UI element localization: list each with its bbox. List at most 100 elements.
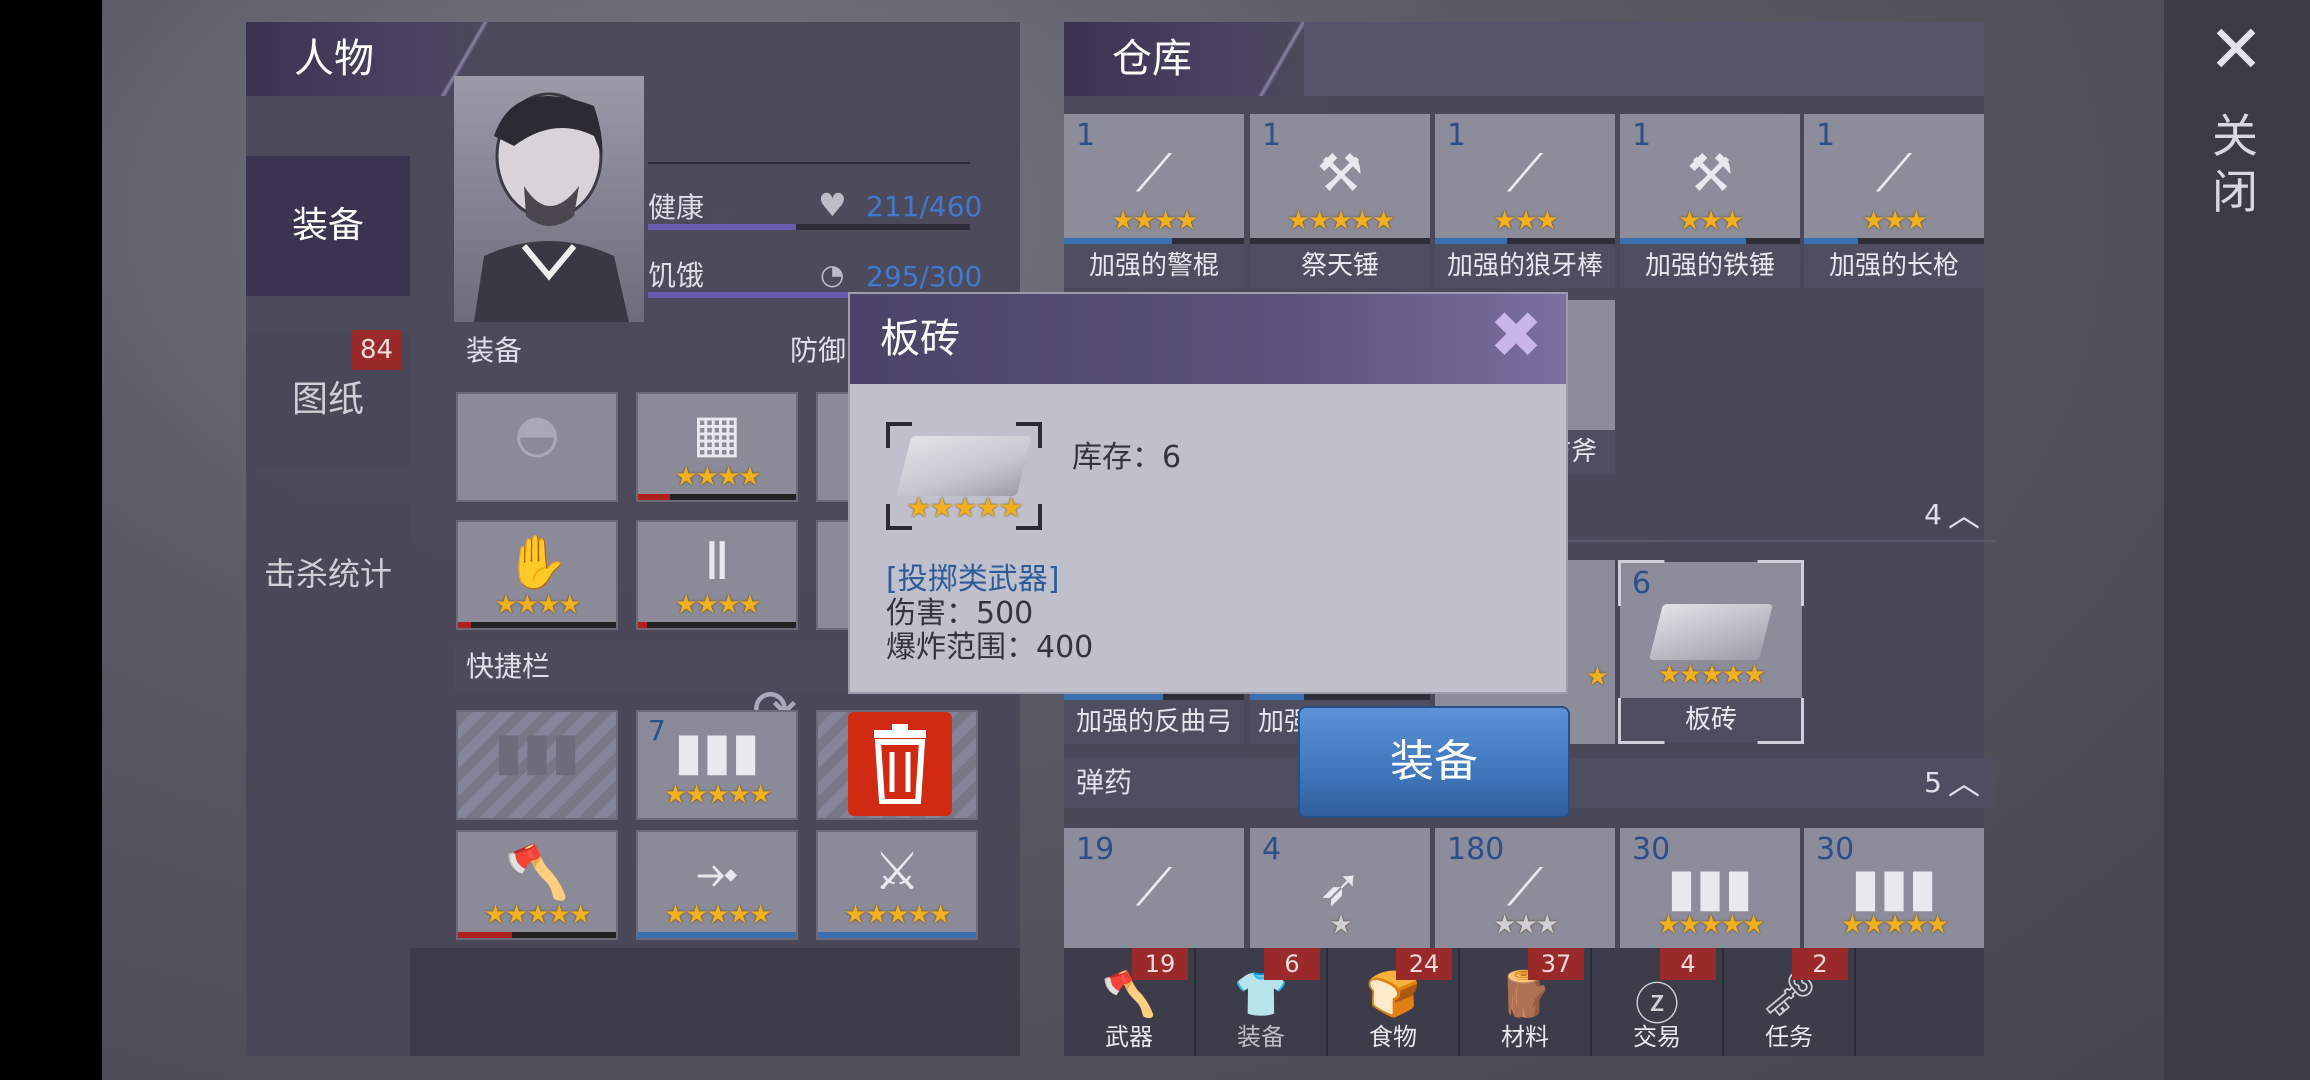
quick-slot-5-durability-fill [638, 932, 796, 938]
ammo-item-5-stars: ★★★★★ [1840, 910, 1950, 940]
nav-kill-stats[interactable]: 击杀统计 [246, 504, 410, 644]
close-icon[interactable]: ✕ [2206, 17, 2266, 83]
frame-corner-tl [886, 422, 912, 448]
health-value: 211/460 [866, 190, 983, 223]
quick-slot-6-durability-fill [818, 932, 976, 938]
bullets-icon: ▮▮▮ [1667, 858, 1753, 918]
weapon-item-5[interactable]: 1 ⟋ ★★★ 加强的长枪 [1804, 114, 1984, 288]
pants-stars: ★★★★ [674, 590, 761, 620]
quick-slot-6[interactable]: ⚔ ★★★★★ [816, 830, 978, 940]
quick-slot-5-stars: ★★★★★ [663, 900, 773, 930]
brick-selection-frame [1618, 560, 1804, 744]
trash-icon [874, 724, 926, 805]
ammo-item-3[interactable]: 180 ⟋ ★★★ [1435, 828, 1615, 948]
quick-slot-4[interactable]: 🪓 ★★★★★ [456, 830, 618, 940]
heart-icon: ♥ [818, 186, 847, 224]
quick-slot-5[interactable]: ⤞ ★★★★★ [636, 830, 798, 940]
equip-slot-pants[interactable]: Ⅱ ★★★★ [636, 520, 798, 630]
trash-button[interactable] [848, 712, 952, 816]
ammo-count: 5 [1924, 766, 1942, 799]
weapon-item-5-name: 加强的长枪 [1804, 244, 1984, 288]
quick-slot-2[interactable]: 7 ▮▮▮ ★★★★★ [636, 710, 798, 820]
quick-slot-6-durability [818, 932, 976, 938]
dialog-title: 板砖 [880, 316, 960, 362]
hammer-icon: ⚒ [1316, 144, 1364, 204]
equip-section-label: 装备 [466, 334, 523, 367]
hunger-value: 295/300 [866, 260, 983, 293]
bullets-icon: ▮▮▮ [1851, 858, 1937, 918]
nav-equip[interactable]: 装备 [246, 156, 410, 296]
ranged-collapse-icon[interactable]: ︿ [1948, 490, 1980, 540]
pants-icon: Ⅱ [704, 532, 730, 592]
character-portrait [454, 76, 644, 322]
character-header-title: 人物 [294, 36, 374, 82]
character-bottom-bar [410, 948, 1020, 1056]
tab-quests[interactable]: 🗝 任务 2 [1724, 948, 1856, 1056]
weapon-item-2-stars: ★★★★★ [1286, 206, 1396, 236]
item-detail-dialog: 板砖 ✖ ★★★★★ 库存：6 [投掷类武器] 伤害：500 爆炸范围：400 [848, 292, 1568, 694]
ammo-item-3-stars: ★★★ [1493, 910, 1559, 940]
brick-item[interactable]: 6 ★★★★★ 板砖 [1618, 560, 1804, 744]
nav-blueprints-label: 图纸 [291, 379, 364, 420]
warehouse-header-title: 仓库 [1112, 36, 1192, 82]
quick-slot-4-stars: ★★★★★ [483, 900, 593, 930]
pants-durability [638, 622, 796, 628]
health-bar [648, 224, 970, 230]
defense-label: 防御 [790, 334, 847, 367]
quick-slot-3[interactable] [816, 710, 978, 820]
ammo-item-5[interactable]: 30 ▮▮▮ ★★★★★ [1804, 828, 1984, 948]
tab-trade[interactable]: ⓩ 交易 4 [1592, 948, 1724, 1056]
armor-stars: ★★★★ [674, 462, 761, 492]
category-tabs: 🪓 武器 19 👕 装备 6 🍞 食物 24 🪵 材料 37 ⓩ 交易 4 🗝 … [1064, 948, 1984, 1056]
equip-slot-helmet[interactable]: ◓ [456, 392, 618, 502]
quickbar-label: 快捷栏 [466, 650, 551, 683]
helmet-icon: ◓ [514, 404, 560, 464]
ranged-count: 4 [1924, 498, 1942, 531]
tab-food-label: 食物 [1369, 1023, 1417, 1051]
character-header: 人物 [246, 22, 496, 96]
weapon-item-2[interactable]: 1 ⚒ ★★★★★ 祭天锤 [1250, 114, 1430, 288]
tab-food-badge: 24 [1396, 948, 1452, 980]
ammo-collapse-icon[interactable]: ︿ [1948, 758, 1980, 808]
iron-hammer-icon: ⚒ [1686, 144, 1734, 204]
equip-slot-armor[interactable]: ▦ ★★★★ [636, 392, 798, 502]
weapon-item-5-stars: ★★★ [1862, 206, 1928, 236]
tab-trade-badge: 4 [1660, 948, 1716, 980]
quick-slot-4-durability-fill [458, 932, 512, 938]
ammo-item-1[interactable]: 19 ⟋ [1064, 828, 1244, 948]
pants-durability-fill [638, 622, 648, 628]
weapon-item-3-stars: ★★★ [1493, 206, 1559, 236]
tab-equipment-label: 装备 [1237, 1023, 1285, 1051]
tab-equipment-badge: 6 [1264, 948, 1320, 980]
armor-durability-fill [638, 494, 670, 500]
health-bar-fill [648, 224, 797, 230]
ranged-item-1-name: 加强的反曲弓 [1064, 700, 1244, 744]
gloves-stars: ★★★★ [494, 590, 581, 620]
quick-slot-1[interactable]: ▮▮▮ [456, 710, 618, 820]
tab-trade-label: 交易 [1633, 1023, 1681, 1051]
nav-kill-stats-label: 击杀统计 [263, 555, 392, 593]
ammo-item-4[interactable]: 30 ▮▮▮ ★★★★★ [1620, 828, 1800, 948]
dialog-close-button[interactable]: ✖ [1484, 304, 1548, 368]
tab-weapons[interactable]: 🪓 武器 19 [1064, 948, 1196, 1056]
weapon-item-2-name: 祭天锤 [1250, 244, 1430, 288]
dialog-header: 板砖 [850, 294, 1566, 384]
weapon-item-1[interactable]: 1 ⟋ ★★★★ 加强的警棍 [1064, 114, 1244, 288]
stats-divider [648, 162, 970, 164]
weapon-item-1-stars: ★★★★ [1111, 206, 1198, 236]
stomach-icon: ◔ [820, 258, 845, 291]
weapon-item-3[interactable]: 1 ⟋ ★★★ 加强的狼牙棒 [1435, 114, 1615, 288]
tab-food[interactable]: 🍞 食物 24 [1328, 948, 1460, 1056]
ammo-icon: ▮▮▮ [674, 722, 760, 782]
tab-equipment[interactable]: 👕 装备 6 [1196, 948, 1328, 1056]
spear-icon: ⟋ [1875, 144, 1913, 204]
weapon-item-4-name: 加强的铁锤 [1620, 244, 1800, 288]
ammo-item-2[interactable]: 4 ➶ ★ [1250, 828, 1430, 948]
weapon-item-4[interactable]: 1 ⚒ ★★★ 加强的铁锤 [1620, 114, 1800, 288]
equip-slot-gloves[interactable]: ✋ ★★★★ [456, 520, 618, 630]
equip-button[interactable]: 装备 [1298, 706, 1570, 818]
tab-materials[interactable]: 🪵 材料 37 [1460, 948, 1592, 1056]
close-label[interactable]: 关闭 [2210, 108, 2260, 220]
armor-icon: ▦ [692, 404, 742, 464]
mace-icon: ⟋ [1506, 144, 1544, 204]
